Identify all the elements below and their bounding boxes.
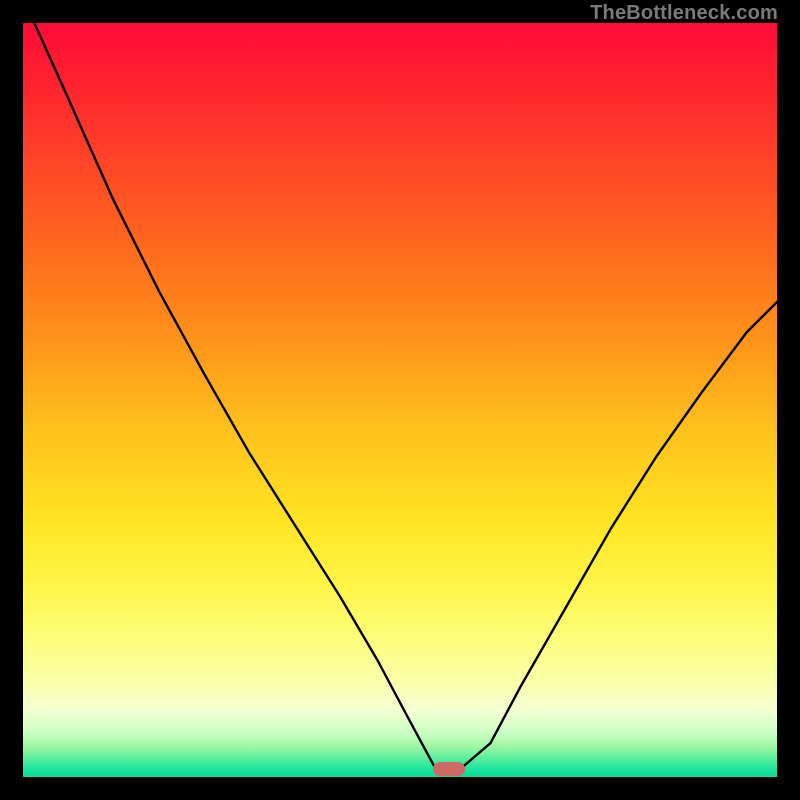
watermark-text: TheBottleneck.com — [590, 2, 778, 25]
plot-area — [23, 23, 777, 777]
bottleneck-curve — [23, 23, 777, 777]
optimal-marker — [433, 762, 465, 776]
chart-frame: TheBottleneck.com — [0, 0, 800, 800]
